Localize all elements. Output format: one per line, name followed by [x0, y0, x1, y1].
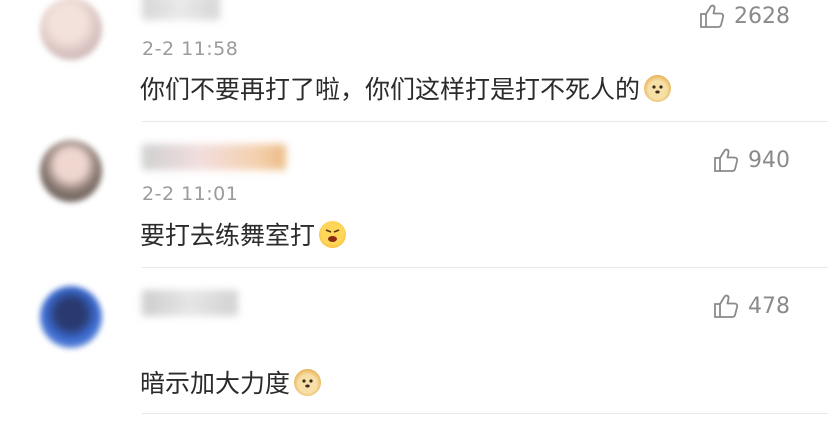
comment-text: 你们不要再打了啦，你们这样打是打不死人的 — [140, 70, 672, 106]
like-button[interactable]: 940 — [712, 146, 790, 174]
doge-emoji-icon — [644, 74, 672, 102]
like-count: 2628 — [734, 3, 790, 29]
avatar[interactable] — [40, 140, 102, 202]
doge-emoji-icon — [294, 368, 322, 396]
like-count: 940 — [748, 147, 790, 173]
avatar[interactable] — [40, 0, 102, 60]
angry-emoji-icon — [319, 220, 347, 248]
thumbs-up-icon — [714, 148, 739, 172]
comment-item: 2-2 11:01 要打去练舞室打 940 — [0, 122, 828, 268]
like-button[interactable]: 478 — [712, 292, 790, 320]
like-button[interactable]: 2628 — [698, 2, 790, 30]
username[interactable] — [142, 290, 238, 316]
comment-item: 2-2 11:58 你们不要再打了啦，你们这样打是打不死人的 2628 — [0, 0, 828, 122]
thumbs-up-icon — [700, 4, 725, 28]
avatar[interactable] — [40, 286, 102, 348]
comment-time: 2-2 11:01 — [142, 183, 239, 205]
comment-time: 2-2 11:58 — [142, 38, 239, 60]
username[interactable] — [142, 144, 286, 170]
comment-text: 要打去练舞室打 — [140, 216, 347, 252]
like-count: 478 — [748, 293, 790, 319]
username[interactable] — [142, 0, 220, 20]
divider — [142, 413, 828, 414]
comment-item: 暗示加大力度 478 — [0, 268, 828, 431]
thumbs-up-icon — [714, 294, 739, 318]
comment-text: 暗示加大力度 — [140, 364, 322, 400]
